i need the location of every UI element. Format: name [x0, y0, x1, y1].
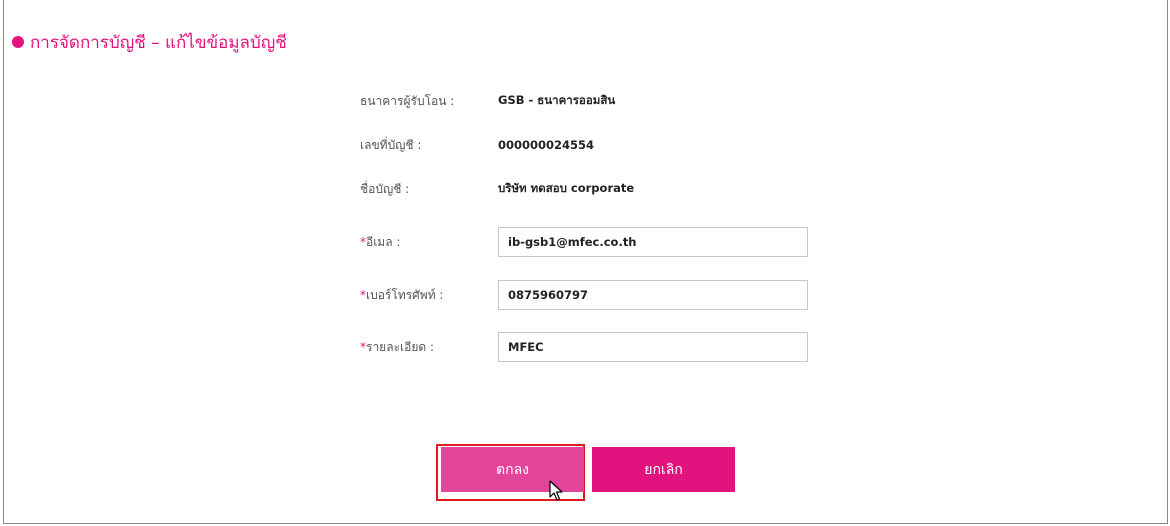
- detail-label: *รายละเอียด :: [360, 338, 498, 357]
- email-label-text: อีเมล :: [366, 234, 401, 249]
- account-name-value: บริษัท ทดสอบ corporate: [498, 181, 635, 195]
- account-name-row: ชื่อบัญชี : บริษัท ทดสอบ corporate: [360, 174, 634, 204]
- email-label: *อีเมล :: [360, 233, 498, 252]
- phone-label: *เบอร์โทรศัพท์ :: [360, 286, 498, 305]
- cancel-button[interactable]: ยกเลิก: [592, 447, 735, 492]
- detail-row: *รายละเอียด :: [360, 332, 808, 362]
- phone-row: *เบอร์โทรศัพท์ :: [360, 280, 808, 310]
- bank-label: ธนาคารผู้รับโอน :: [360, 93, 455, 108]
- phone-label-text: เบอร์โทรศัพท์ :: [366, 287, 444, 302]
- page-title-text: การจัดการบัญชี – แก้ไขข้อมูลบัญชี: [30, 32, 287, 53]
- account-number-row: เลขที่บัญชี : 000000024554: [360, 130, 594, 160]
- edit-account-panel: การจัดการบัญชี – แก้ไขข้อมูลบัญชี ธนาคาร…: [3, 0, 1168, 524]
- mouse-pointer-icon: [549, 480, 563, 501]
- account-number-label: เลขที่บัญชี :: [360, 137, 422, 152]
- account-name-label: ชื่อบัญชี :: [360, 181, 410, 196]
- email-row: *อีเมล :: [360, 227, 808, 257]
- phone-field[interactable]: [498, 280, 808, 310]
- detail-field[interactable]: [498, 332, 808, 362]
- account-number-value: 000000024554: [498, 138, 595, 152]
- bank-value: GSB - ธนาคารออมสิน: [498, 93, 616, 107]
- page-title: การจัดการบัญชี – แก้ไขข้อมูลบัญชี: [12, 30, 287, 54]
- email-field[interactable]: [498, 227, 808, 257]
- detail-label-text: รายละเอียด :: [366, 339, 435, 354]
- bank-row: ธนาคารผู้รับโอน : GSB - ธนาคารออมสิน: [360, 86, 615, 116]
- bullet-icon: [12, 36, 24, 48]
